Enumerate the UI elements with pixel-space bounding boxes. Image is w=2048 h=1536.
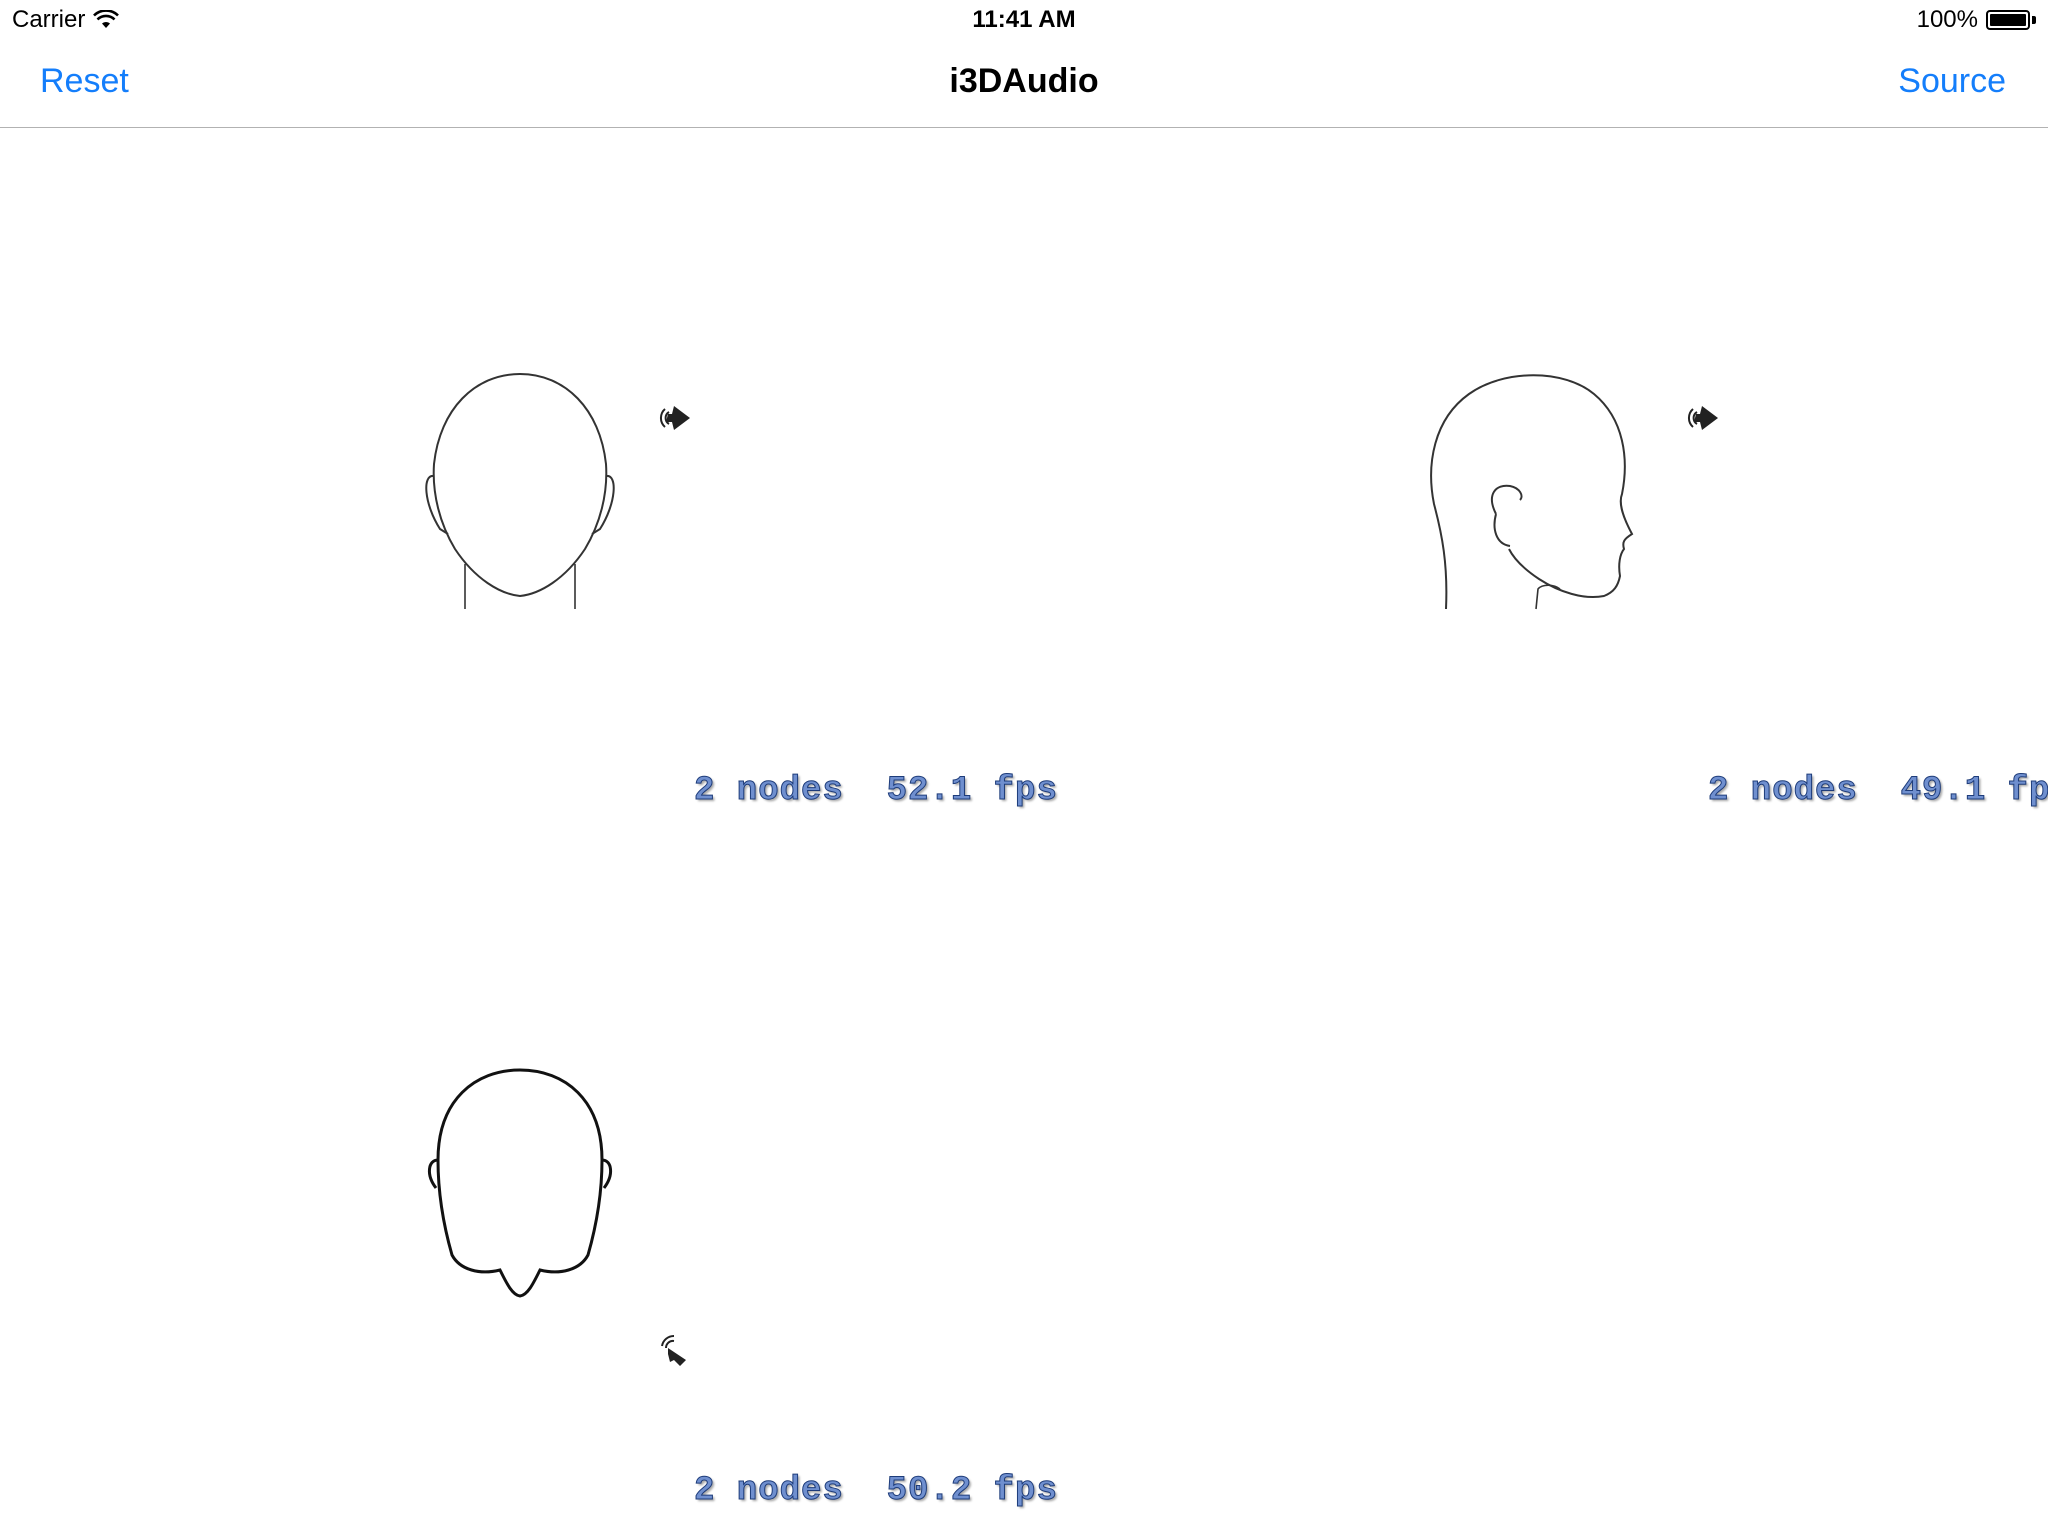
fps-label-side: 2 nodes 49.1 fps xyxy=(1708,772,2048,811)
battery-fill xyxy=(1990,14,2026,26)
status-right: 100% xyxy=(1917,6,2036,34)
status-bar: Carrier 11:41 AM 100% xyxy=(0,0,2048,40)
top-view-panel: 2 nodes 50.2 fps xyxy=(0,828,1057,1536)
speaker-icon[interactable] xyxy=(656,400,692,436)
fps-label-front: 2 nodes 52.1 fps xyxy=(694,772,1058,811)
fps-label-top: 2 nodes 50.2 fps xyxy=(694,1472,1058,1511)
speaker-icon[interactable] xyxy=(1684,400,1720,436)
head-front-illustration xyxy=(425,372,615,609)
front-view-panel: 2 nodes 52.1 fps xyxy=(0,128,1057,828)
side-view-panel: 2 nodes 49.1 fps xyxy=(1024,128,2048,828)
status-time: 11:41 AM xyxy=(972,6,1076,33)
battery-tip xyxy=(2032,16,2036,24)
navigation-bar: Reset i3DAudio Source xyxy=(0,40,2048,128)
battery-percent: 100% xyxy=(1916,6,1978,33)
speaker-icon[interactable] xyxy=(656,1332,692,1368)
source-button[interactable]: Source xyxy=(1898,62,2006,101)
battery-icon xyxy=(1986,10,2030,30)
head-top-illustration xyxy=(428,1068,612,1298)
head-side-illustration xyxy=(1430,374,1634,610)
page-title: i3DAudio xyxy=(949,62,1099,100)
